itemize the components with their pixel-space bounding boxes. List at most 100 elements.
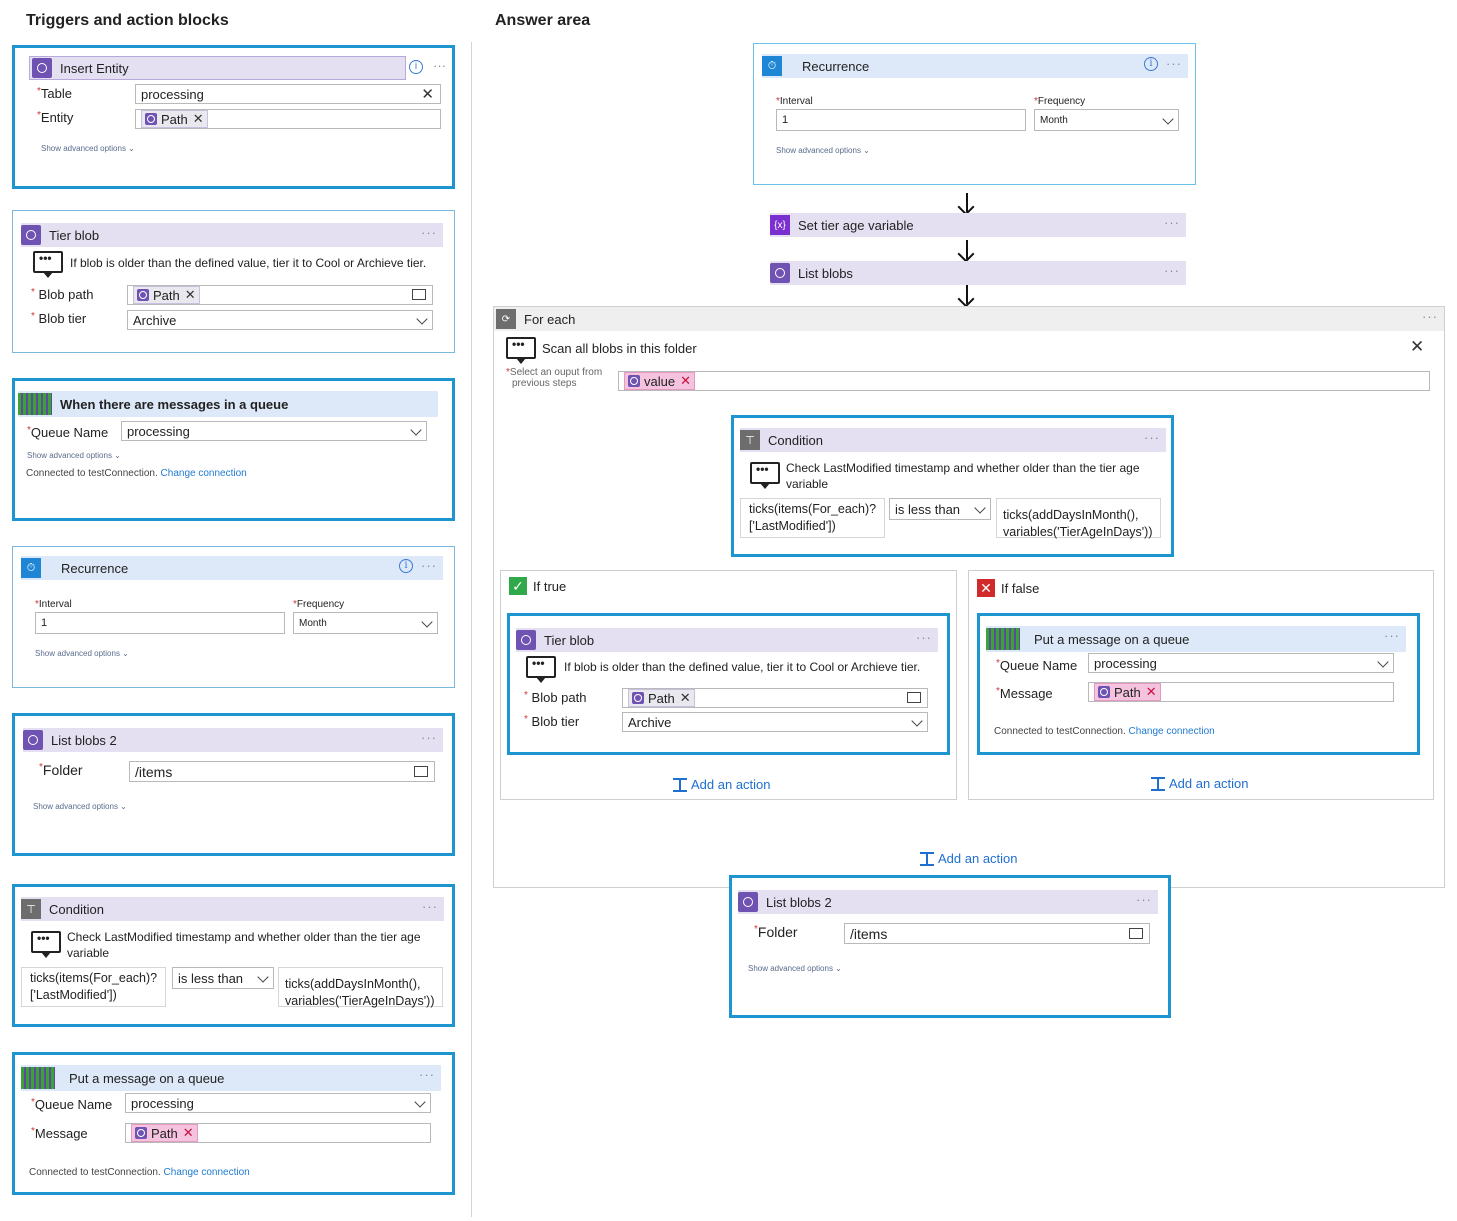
more-options-icon[interactable]: ··· [916,630,932,645]
message-field[interactable]: Path ✕ [1088,682,1394,702]
blob-tier-select[interactable]: Archive [622,712,928,732]
path-token[interactable]: Path ✕ [628,689,695,707]
show-advanced-options[interactable]: Show advanced options ⌄ [748,964,842,973]
path-token[interactable]: Path ✕ [131,1124,198,1142]
path-token[interactable]: Path ✕ [1094,683,1161,701]
remove-token-icon: ✕ [184,287,196,302]
comment-icon [506,337,536,364]
more-options-icon[interactable]: ··· [1164,263,1180,278]
answer-recurrence-block[interactable]: ⏱ Recurrence i ··· *Interval 1 *Frequenc… [753,43,1196,185]
if-true-header: ✓ If true [509,577,566,595]
show-advanced-options[interactable]: Show advanced options ⌄ [776,146,870,155]
change-connection-link[interactable]: Change connection [161,468,247,479]
blob-storage-icon [21,225,41,245]
message-field[interactable]: Path ✕ [125,1123,431,1143]
operator-select[interactable]: is less than [172,967,274,989]
condition-right-operand[interactable]: ticks(addDaysInMonth(), variables('TierA… [278,967,443,1008]
blob-storage-icon [32,58,52,78]
path-token[interactable]: Path ✕ [141,110,208,128]
more-options-icon[interactable]: ··· [419,1067,435,1082]
put-message-block[interactable]: Put a message on a queue ··· *Queue Name… [12,1052,455,1195]
connection-info: Connected to testConnection. Change conn… [29,1167,250,1178]
interval-field[interactable]: 1 [35,612,285,634]
show-advanced-options[interactable]: Show advanced options ⌄ [33,802,127,811]
list-blobs-step[interactable]: List blobs ··· [770,261,1186,285]
condition-header: ⊤ Condition ··· [21,897,444,921]
info-icon[interactable]: i [399,559,413,573]
message-label: *Message [31,1126,88,1141]
folder-field[interactable]: /items [844,923,1150,944]
folder-field[interactable]: /items [129,761,435,782]
folder-picker-icon[interactable] [414,765,428,777]
more-options-icon[interactable]: ··· [1136,892,1152,907]
more-options-icon[interactable]: ··· [421,558,437,573]
show-advanced-options[interactable]: Show advanced options ⌄ [27,451,121,460]
more-options-icon[interactable]: ··· [1164,215,1180,230]
clear-icon[interactable]: ✕ [421,85,434,103]
close-icon[interactable]: ✕ [1410,337,1424,357]
insert-entity-title: Insert Entity [60,60,129,76]
queue-trigger-block[interactable]: When there are messages in a queue *Queu… [12,378,455,521]
more-options-icon[interactable]: ··· [1144,430,1160,445]
interval-field[interactable]: 1 [776,109,1026,131]
insert-entity-block[interactable]: Insert Entity i ··· *Table processing ✕ *… [12,45,455,189]
chevron-down-icon [257,971,269,983]
more-options-icon[interactable]: ··· [1422,309,1438,324]
frequency-select[interactable]: Month [1034,109,1179,131]
for-each-title: For each [524,311,576,327]
blob-tier-select[interactable]: Archive [127,310,433,330]
condition-block[interactable]: ⊤ Condition ··· Check LastModified times… [12,884,455,1027]
queue-name-select[interactable]: processing [125,1093,431,1113]
add-action-icon [920,851,934,866]
table-field[interactable]: processing ✕ [135,84,441,104]
path-token[interactable]: Path ✕ [133,286,200,304]
more-options-icon[interactable]: ··· [1166,56,1182,71]
folder-picker-icon[interactable] [412,289,426,300]
folder-picker-icon[interactable] [1129,927,1143,939]
show-advanced-options[interactable]: Show advanced options ⌄ [41,144,135,153]
connection-info: Connected to testConnection. Change conn… [994,726,1215,737]
queue-name-select[interactable]: processing [1088,653,1394,673]
folder-picker-icon[interactable] [907,692,921,703]
operator-select[interactable]: is less than [889,498,991,520]
list-blobs-2-block[interactable]: List blobs 2 ··· *Folder /items Show adv… [12,713,455,856]
more-options-icon[interactable]: ··· [422,899,438,914]
tier-blob-block[interactable]: Tier blob ··· If blob is older than the … [507,613,950,755]
entity-field[interactable]: Path ✕ [135,109,441,129]
value-token[interactable]: value ✕ [624,372,695,390]
recurrence-header: ⏱ Recurrence i ··· [762,54,1188,78]
condition-left-operand[interactable]: ticks(items(For_each)?['LastModified']) [21,967,166,1007]
frequency-select[interactable]: Month [293,612,438,634]
put-message-block[interactable]: Put a message on a queue ··· *Queue Name… [977,613,1420,755]
recurrence-block[interactable]: ⏱ Recurrence i ··· *Interval 1 *Frequenc… [12,546,455,688]
tier-blob-block[interactable]: Tier blob ··· If blob is older than the … [12,210,455,353]
more-options-icon[interactable]: ··· [421,225,437,240]
answer-condition-block[interactable]: ⊤ Condition ··· Check LastModified times… [731,415,1174,557]
blob-path-field[interactable]: Path ✕ [127,285,433,305]
add-an-action-button[interactable]: Add an action [920,851,1018,866]
condition-left-operand[interactable]: ticks(items(For_each)?['LastModified']) [740,498,885,538]
tier-blob-header: Tier blob ··· [516,628,938,652]
more-options-icon[interactable]: ··· [1384,628,1400,643]
info-icon[interactable]: i [409,60,423,74]
blob-path-field[interactable]: Path ✕ [622,688,928,708]
select-output-field[interactable]: value ✕ [618,371,1430,391]
change-connection-link[interactable]: Change connection [1129,726,1215,737]
answer-list-blobs-2-block[interactable]: List blobs 2 ··· *Folder /items Show adv… [729,875,1171,1018]
clock-icon: ⏱ [21,558,41,578]
more-options-icon[interactable]: ··· [421,730,437,745]
show-advanced-options[interactable]: Show advanced options ⌄ [35,649,129,658]
condition-right-operand[interactable]: ticks(addDaysInMonth(), variables('TierA… [996,498,1161,539]
add-an-action-button[interactable]: Add an action [1151,776,1249,791]
left-panel-heading: Triggers and action blocks [26,12,229,29]
more-options-icon[interactable]: ··· [433,58,446,73]
set-tier-age-variable-step[interactable]: {x} Set tier age variable ··· [770,213,1186,237]
add-an-action-button[interactable]: Add an action [673,777,771,792]
queue-name-select[interactable]: processing [121,421,427,441]
for-each-block[interactable]: ⟳ For each ··· Scan all blobs in this fo… [493,306,1445,888]
list-blobs-2-title: List blobs 2 [51,732,117,748]
info-icon[interactable]: i [1144,57,1158,71]
chevron-down-icon [421,616,433,628]
change-connection-link[interactable]: Change connection [164,1167,250,1178]
chevron-down-icon [410,424,422,436]
